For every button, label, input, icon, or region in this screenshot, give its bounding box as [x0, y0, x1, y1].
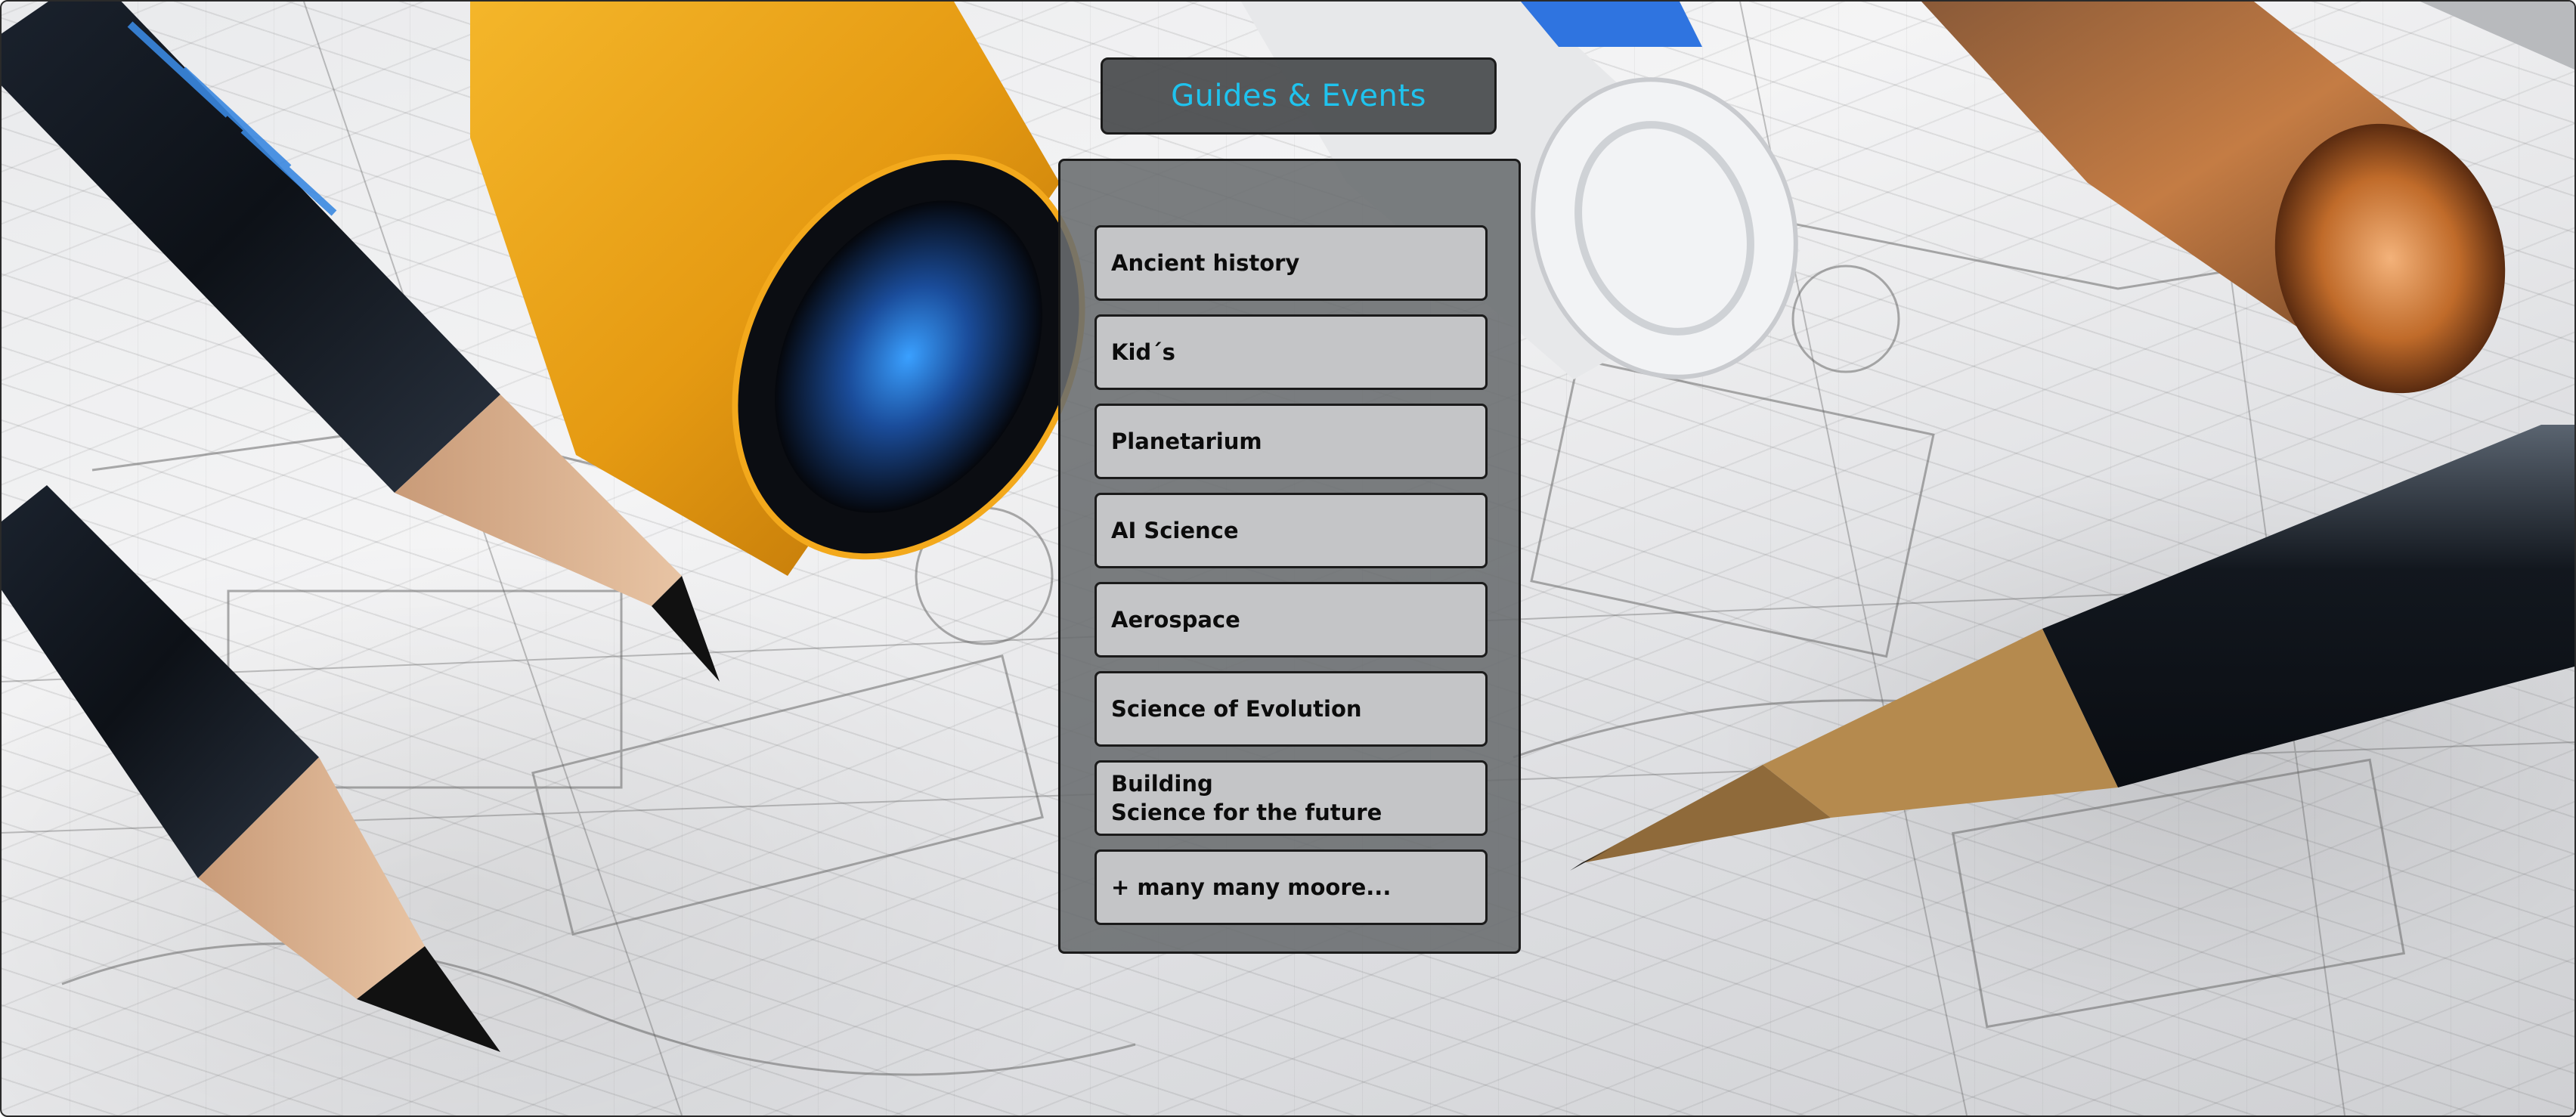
menu-item-ancient-history[interactable]: Ancient history [1094, 225, 1488, 301]
app-window: Guides & Events Ancient history Kid´s Pl… [0, 0, 2576, 1117]
menu-item-building-science[interactable]: Building Science for the future [1094, 760, 1488, 836]
menu-item-label: Ancient history [1111, 250, 1300, 276]
menu-item-label: Kid´s [1111, 339, 1175, 365]
category-menu-list: Ancient history Kid´s Planetarium AI Sci… [1094, 225, 1488, 939]
menu-item-kids[interactable]: Kid´s [1094, 314, 1488, 390]
menu-item-planetarium[interactable]: Planetarium [1094, 404, 1488, 479]
guides-events-title-box: Guides & Events [1101, 57, 1497, 135]
menu-item-aerospace[interactable]: Aerospace [1094, 582, 1488, 658]
menu-item-ai-science[interactable]: AI Science [1094, 493, 1488, 568]
page-title: Guides & Events [1171, 79, 1426, 113]
menu-item-label: Aerospace [1111, 607, 1240, 633]
menu-item-label: + many many moore... [1111, 874, 1392, 900]
menu-item-label: Building Science for the future [1111, 771, 1382, 825]
menu-item-many-more[interactable]: + many many moore... [1094, 849, 1488, 925]
menu-item-science-of-evolution[interactable]: Science of Evolution [1094, 671, 1488, 747]
category-menu-panel: Ancient history Kid´s Planetarium AI Sci… [1058, 159, 1521, 954]
menu-item-label: Planetarium [1111, 429, 1262, 454]
menu-item-label: Science of Evolution [1111, 696, 1362, 722]
menu-item-label: AI Science [1111, 518, 1239, 543]
